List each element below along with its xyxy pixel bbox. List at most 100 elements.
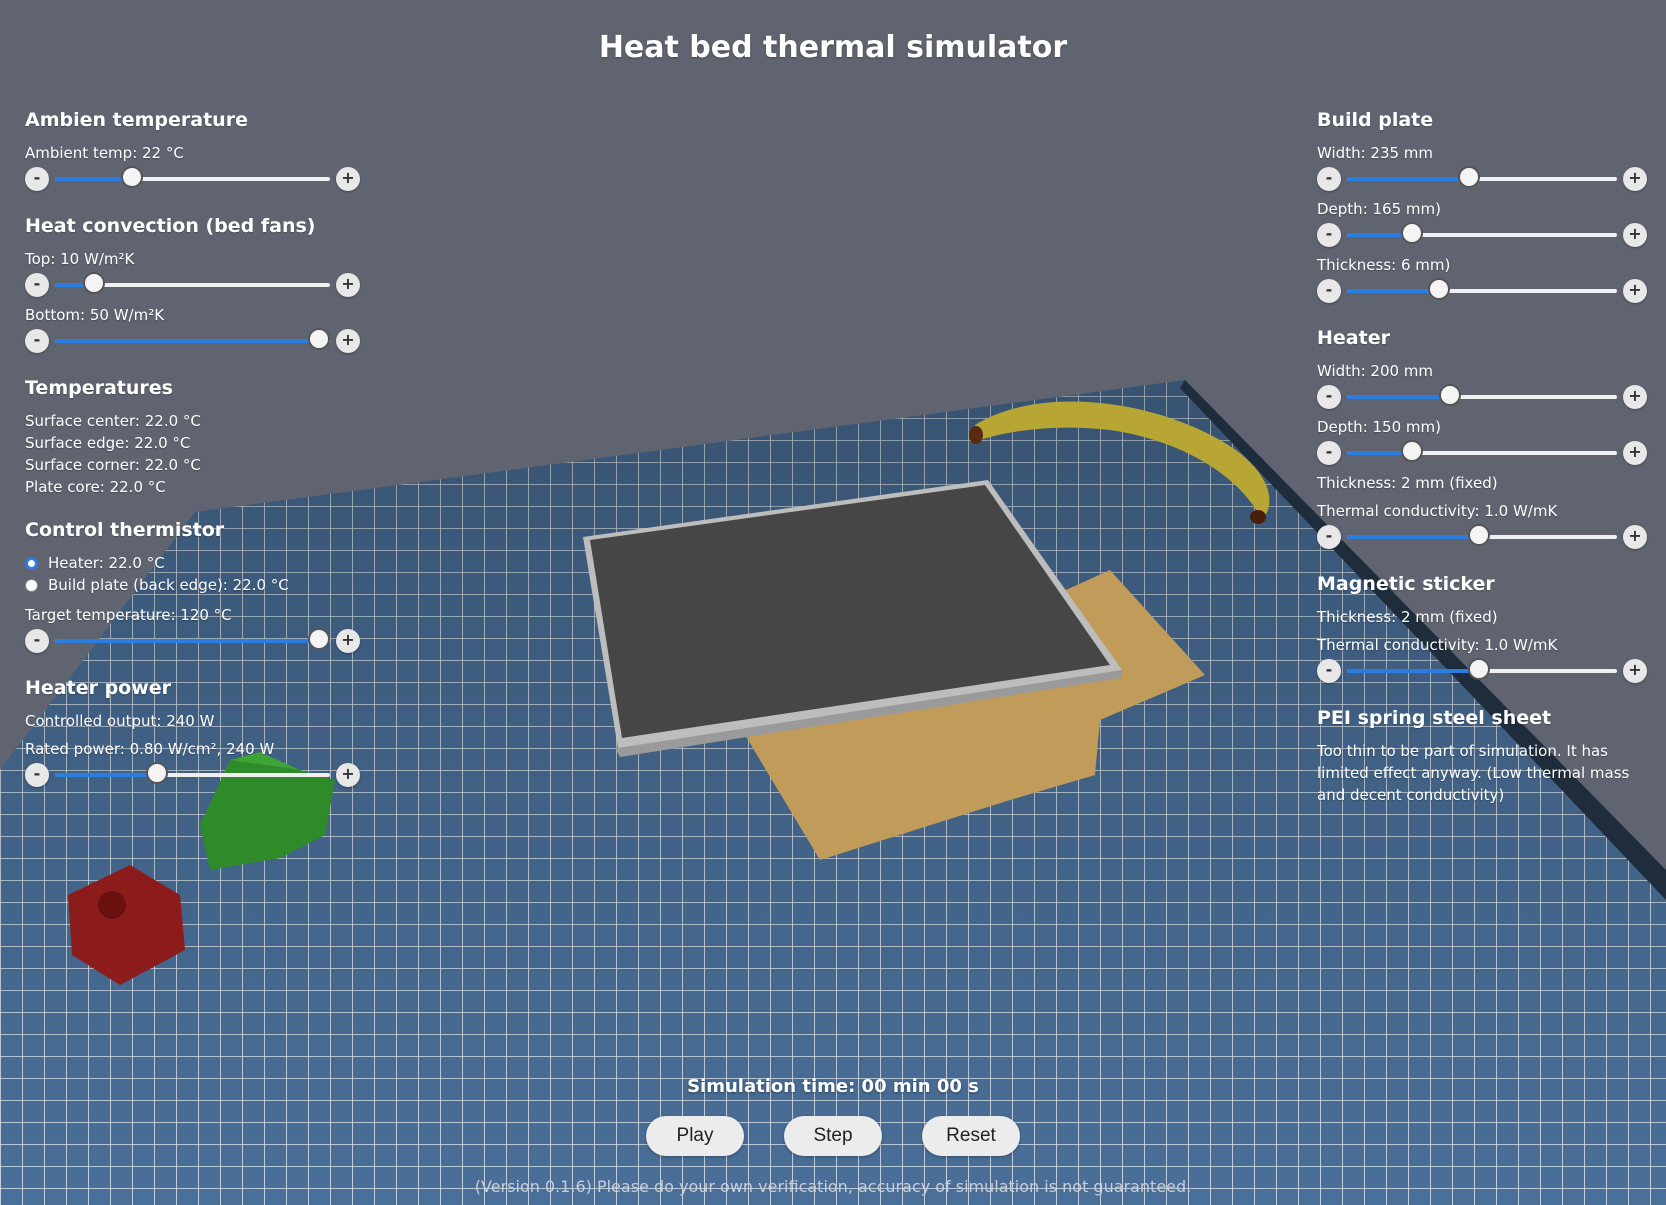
radio-button[interactable] <box>25 578 38 592</box>
slider-thumb[interactable] <box>121 166 143 188</box>
slider-thumb[interactable] <box>1468 658 1491 680</box>
reset-button[interactable]: Reset <box>922 1116 1020 1156</box>
decrement-button[interactable]: - <box>1317 525 1341 549</box>
bottom-convection-slider[interactable]: - + <box>25 326 360 356</box>
heater-depth-slider[interactable]: - + <box>1317 438 1647 468</box>
decrement-button[interactable]: - <box>1317 385 1341 409</box>
slider-fill <box>1347 669 1480 673</box>
heater-thickness-label: Thickness: 2 mm (fixed) <box>1317 474 1498 492</box>
radio-button-selected[interactable] <box>25 556 38 570</box>
increment-button[interactable]: + <box>1623 441 1647 465</box>
decrement-button[interactable]: - <box>25 629 49 653</box>
increment-button[interactable]: + <box>1623 167 1647 191</box>
sticker-conductivity-slider[interactable]: - + <box>1317 656 1647 686</box>
temperatures-heading: Temperatures <box>25 377 173 399</box>
increment-button[interactable]: + <box>1623 279 1647 303</box>
slider-fill <box>55 773 157 777</box>
top-convection-slider[interactable]: - + <box>25 270 360 300</box>
ambient-temp-label: Ambient temp: 22 °C <box>25 144 184 162</box>
slider-fill <box>1347 177 1469 181</box>
play-button[interactable]: Play <box>646 1116 744 1156</box>
decrement-button[interactable]: - <box>25 329 49 353</box>
slider-fill <box>1347 395 1450 399</box>
decrement-button[interactable]: - <box>1317 167 1341 191</box>
increment-button[interactable]: + <box>336 763 360 787</box>
heater-conductivity-label: Thermal conductivity: 1.0 W/mK <box>1317 502 1558 520</box>
plate-depth-slider[interactable]: - + <box>1317 220 1647 250</box>
slider-track[interactable] <box>55 762 330 784</box>
decrement-button[interactable]: - <box>25 763 49 787</box>
increment-button[interactable]: + <box>1623 385 1647 409</box>
plate-width-slider[interactable]: - + <box>1317 164 1647 194</box>
simulation-time: Simulation time: 00 min 00 s <box>687 1076 979 1097</box>
page-title: Heat bed thermal simulator <box>598 30 1068 65</box>
slider-thumb[interactable] <box>1400 440 1423 462</box>
heater-width-slider[interactable]: - + <box>1317 382 1647 412</box>
version-disclaimer: (Version 0.1.6) Please do your own verif… <box>474 1177 1192 1196</box>
sticker-thickness-label: Thickness: 2 mm (fixed) <box>1317 608 1498 626</box>
decrement-button[interactable]: - <box>25 167 49 191</box>
sticker-heading: Magnetic sticker <box>1317 573 1495 595</box>
increment-button[interactable]: + <box>336 329 360 353</box>
heater-heading: Heater <box>1317 327 1390 349</box>
decrement-button[interactable]: - <box>1317 441 1341 465</box>
increment-button[interactable]: + <box>336 273 360 297</box>
increment-button[interactable]: + <box>1623 659 1647 683</box>
slider-track[interactable] <box>1347 384 1617 406</box>
increment-button[interactable]: + <box>1623 525 1647 549</box>
plate-width-label: Width: 235 mm <box>1317 144 1434 162</box>
increment-button[interactable]: + <box>336 167 360 191</box>
slider-thumb[interactable] <box>82 272 105 294</box>
slider-thumb[interactable] <box>308 628 330 650</box>
sticker-conductivity-label: Thermal conductivity: 1.0 W/mK <box>1317 636 1558 654</box>
thermistor-option-heater[interactable]: Heater: 22.0 °C <box>25 552 360 574</box>
pei-heading: PEI spring steel sheet <box>1317 707 1552 729</box>
rated-power-slider[interactable]: - + <box>25 760 360 790</box>
slider-track[interactable] <box>1347 166 1617 188</box>
slider-thumb[interactable] <box>1468 524 1491 546</box>
slider-thumb[interactable] <box>1457 166 1480 188</box>
slider-track[interactable] <box>1347 278 1617 300</box>
heater-power-section: Heater power Controlled output: 240 W Ra… <box>25 676 360 790</box>
target-temp-label: Target temperature: 120 °C <box>25 606 232 624</box>
decrement-button[interactable]: - <box>1317 659 1341 683</box>
slider-thumb[interactable] <box>1400 222 1423 244</box>
slider-thumb[interactable] <box>145 762 168 784</box>
rated-power-label: Rated power: 0.80 W/cm², 240 W <box>25 740 275 758</box>
pei-note: Too thin to be part of simulation. It ha… <box>1317 742 1630 804</box>
decrement-button[interactable]: - <box>1317 223 1341 247</box>
plate-depth-label: Depth: 165 mm) <box>1317 200 1441 218</box>
thermistor-option-build-plate[interactable]: Build plate (back edge): 22.0 °C <box>25 574 360 596</box>
decrement-button[interactable]: - <box>25 273 49 297</box>
heater-conductivity-slider[interactable]: - + <box>1317 522 1647 552</box>
radio-label: Heater: 22.0 °C <box>48 554 165 572</box>
slider-track[interactable] <box>1347 658 1617 680</box>
plate-thickness-slider[interactable]: - + <box>1317 276 1647 306</box>
slider-thumb[interactable] <box>308 328 330 350</box>
bottom-convection-label: Bottom: 50 W/m²K <box>25 306 165 324</box>
target-temp-slider[interactable]: - + <box>25 626 360 656</box>
sticker-section: Magnetic sticker Thickness: 2 mm (fixed)… <box>1317 572 1647 686</box>
temperatures-section: Temperatures Surface center: 22.0 °C Sur… <box>25 376 360 498</box>
decrement-button[interactable]: - <box>1317 279 1341 303</box>
increment-button[interactable]: + <box>336 629 360 653</box>
slider-fill <box>1347 535 1480 539</box>
heater-power-heading: Heater power <box>25 677 172 699</box>
heater-width-label: Width: 200 mm <box>1317 362 1434 380</box>
slider-thumb[interactable] <box>1427 278 1450 300</box>
slider-track[interactable] <box>55 272 330 294</box>
slider-track[interactable] <box>1347 222 1617 244</box>
step-button[interactable]: Step <box>784 1116 882 1156</box>
increment-button[interactable]: + <box>1623 223 1647 247</box>
right-panel: Build plate Width: 235 mm - + Depth: 165… <box>1317 108 1647 826</box>
slider-fill <box>55 339 319 343</box>
slider-track[interactable] <box>55 328 330 350</box>
slider-track[interactable] <box>1347 440 1617 462</box>
slider-track[interactable] <box>55 628 330 650</box>
ambient-temp-slider[interactable]: - + <box>25 164 360 194</box>
pei-section: PEI spring steel sheet Too thin to be pa… <box>1317 706 1647 806</box>
slider-track[interactable] <box>1347 524 1617 546</box>
slider-track[interactable] <box>55 166 330 188</box>
ambient-heading: Ambien temperature <box>25 109 248 131</box>
slider-thumb[interactable] <box>1438 384 1461 406</box>
